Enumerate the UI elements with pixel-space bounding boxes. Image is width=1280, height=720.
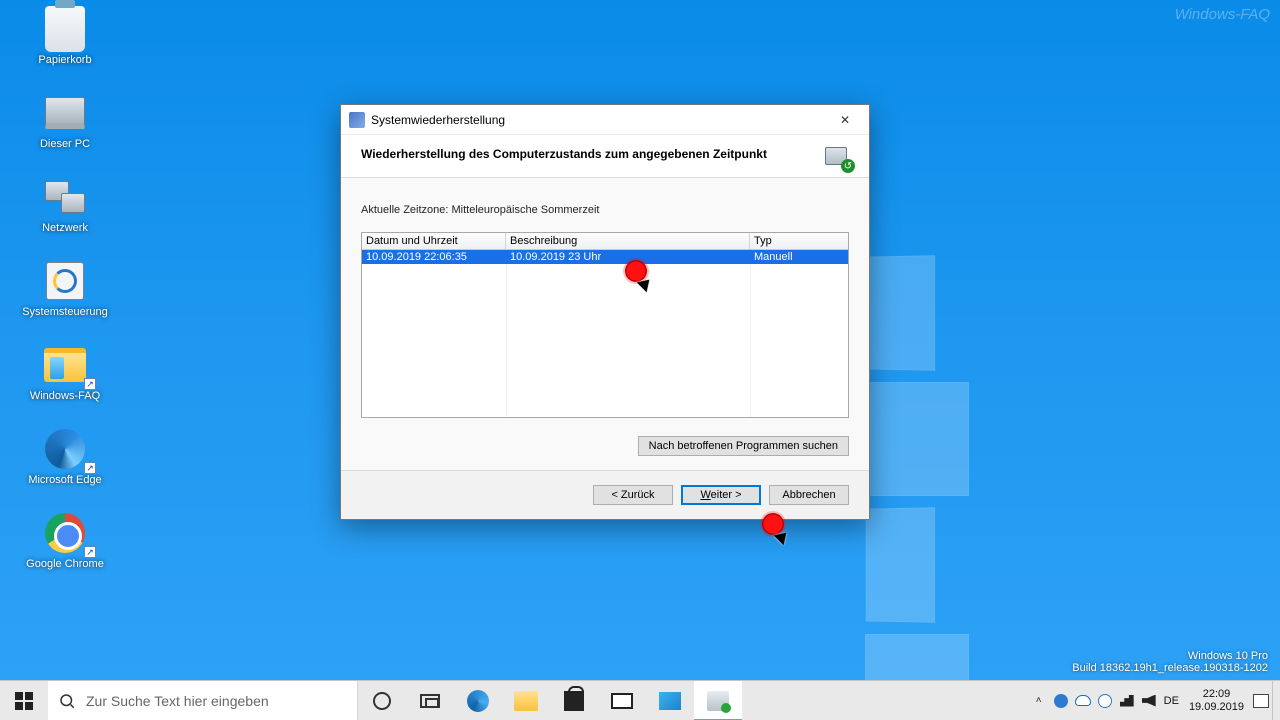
mail-icon: [611, 693, 633, 709]
recycle-bin[interactable]: Papierkorb: [20, 8, 110, 66]
col-type[interactable]: Typ: [750, 233, 848, 249]
wizard-banner: Wiederherstellung des Computerzustands z…: [341, 135, 869, 178]
photos-icon: [659, 692, 681, 710]
wizard-heading: Wiederherstellung des Computerzustands z…: [361, 147, 849, 161]
tray-teamviewer[interactable]: [1050, 681, 1072, 720]
taskbar: Zur Suche Text hier eingeben ˄ DE 22:09 …: [0, 680, 1280, 720]
control-panel[interactable]: Systemsteuerung: [20, 260, 110, 318]
wizard-body: Aktuelle Zeitzone: Mitteleuropäische Som…: [341, 178, 869, 470]
close-button[interactable]: ✕: [823, 105, 867, 135]
show-desktop[interactable]: [1272, 681, 1278, 720]
edge-icon: [467, 690, 489, 712]
language-indicator[interactable]: DE: [1160, 695, 1183, 707]
scan-affected-programs-button[interactable]: Nach betroffenen Programmen suchen: [638, 436, 849, 456]
table-empty-area: [362, 264, 848, 417]
speaker-icon: [1142, 695, 1156, 707]
taskbar-pinned: [358, 681, 742, 720]
start-button[interactable]: [0, 681, 48, 720]
desktop-icons: Papierkorb Dieser PC Netzwerk Systemsteu…: [20, 8, 110, 596]
action-center[interactable]: [1250, 681, 1272, 720]
store-taskbar[interactable]: [550, 681, 598, 720]
shield-icon: [1098, 694, 1112, 708]
col-datetime[interactable]: Datum und Uhrzeit: [362, 233, 506, 249]
window-title: Systemwiederherstellung: [371, 113, 823, 127]
google-chrome[interactable]: ↗Google Chrome: [20, 512, 110, 570]
clock-date: 19.09.2019: [1189, 701, 1244, 714]
network-icon: [1120, 695, 1134, 707]
back-button[interactable]: < Zurück: [593, 485, 673, 505]
this-pc[interactable]: Dieser PC: [20, 92, 110, 150]
cortana-button[interactable]: [358, 681, 406, 720]
wallpaper-windows-logo: [865, 256, 1027, 496]
desktop-label: Netzwerk: [42, 222, 88, 234]
tray-overflow[interactable]: ˄: [1028, 681, 1050, 720]
search-icon: [58, 692, 76, 710]
edge-taskbar[interactable]: [454, 681, 502, 720]
tray-clock[interactable]: 22:09 19.09.2019: [1183, 688, 1250, 714]
col-description[interactable]: Beschreibung: [506, 233, 750, 249]
cancel-button[interactable]: Abbrechen: [769, 485, 849, 505]
tray-onedrive[interactable]: [1072, 681, 1094, 720]
explorer-taskbar[interactable]: [502, 681, 550, 720]
desktop-label: Papierkorb: [38, 54, 91, 66]
notification-icon: [1253, 694, 1269, 708]
mail-taskbar[interactable]: [598, 681, 646, 720]
system-tray: ˄ DE 22:09 19.09.2019: [1028, 681, 1280, 720]
task-view-button[interactable]: [406, 681, 454, 720]
edition-label: Windows 10 Pro: [1072, 650, 1268, 662]
search-placeholder: Zur Suche Text hier eingeben: [86, 693, 269, 709]
desktop-label: Dieser PC: [40, 138, 90, 150]
table-header: Datum und Uhrzeit Beschreibung Typ: [362, 233, 848, 250]
wizard-footer: < Zurück Weiter > Abbrechen: [341, 470, 869, 519]
folder-icon: [514, 691, 538, 711]
network[interactable]: Netzwerk: [20, 176, 110, 234]
next-button[interactable]: Weiter >: [681, 485, 761, 505]
annotation-click-marker: [762, 513, 784, 535]
onedrive-icon: [1075, 695, 1091, 706]
task-view-icon: [420, 694, 440, 708]
cortana-icon: [373, 692, 391, 710]
desktop-label: Windows-FAQ: [30, 390, 100, 402]
desktop-label: Systemsteuerung: [22, 306, 108, 318]
microsoft-edge[interactable]: ↗Microsoft Edge: [20, 428, 110, 486]
photos-taskbar[interactable]: [646, 681, 694, 720]
restore-points-table[interactable]: Datum und Uhrzeit Beschreibung Typ 10.09…: [361, 232, 849, 418]
build-label: Build 18362.19h1_release.190318-1202: [1072, 662, 1268, 674]
tray-network[interactable]: [1116, 681, 1138, 720]
store-icon: [564, 691, 584, 711]
titlebar[interactable]: Systemwiederherstellung ✕: [341, 105, 869, 135]
table-row[interactable]: 10.09.2019 22:06:35 10.09.2019 23 Uhr Ma…: [362, 250, 848, 264]
tray-volume[interactable]: [1138, 681, 1160, 720]
restore-icon: ↺: [825, 143, 853, 171]
cell-type: Manuell: [750, 250, 848, 264]
clock-time: 22:09: [1189, 688, 1244, 701]
watermark-text: Windows-FAQ: [1175, 6, 1270, 23]
teamviewer-icon: [1054, 694, 1068, 708]
system-restore-dialog: Systemwiederherstellung ✕ Wiederherstell…: [340, 104, 870, 520]
desktop-label: Google Chrome: [26, 558, 104, 570]
search-box[interactable]: Zur Suche Text hier eingeben: [48, 681, 358, 720]
tray-defender[interactable]: [1094, 681, 1116, 720]
annotation-click-marker: [625, 260, 647, 282]
system-restore-taskbar[interactable]: [694, 681, 742, 720]
windows-faq-folder[interactable]: ↗Windows-FAQ: [20, 344, 110, 402]
desktop-build-info: Windows 10 Pro Build 18362.19h1_release.…: [1072, 650, 1268, 674]
cell-datetime: 10.09.2019 22:06:35: [362, 250, 506, 264]
app-icon: [349, 112, 365, 128]
desktop-label: Microsoft Edge: [28, 474, 101, 486]
restore-icon: [707, 691, 729, 711]
timezone-label: Aktuelle Zeitzone: Mitteleuropäische Som…: [361, 204, 849, 216]
